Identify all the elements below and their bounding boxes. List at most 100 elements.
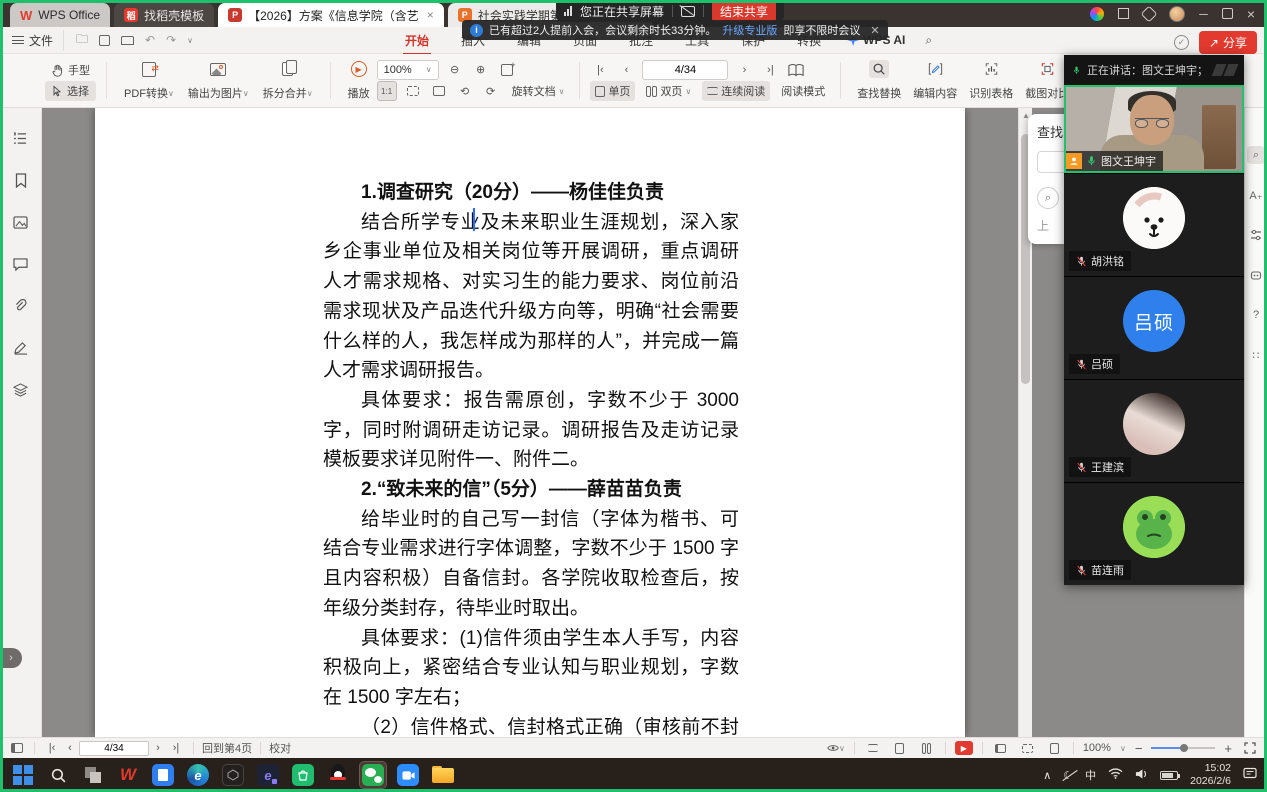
volume-icon[interactable] <box>1135 768 1148 783</box>
upgrade-link[interactable]: 升级专业版 <box>722 22 777 38</box>
comment-icon[interactable] <box>13 256 29 272</box>
check-circle-icon[interactable]: ✓ <box>1174 35 1189 50</box>
fit-width-icon[interactable] <box>403 81 423 101</box>
last-page-icon[interactable]: ›| <box>760 60 780 80</box>
image-icon[interactable] <box>13 214 29 230</box>
battery-icon[interactable] <box>1160 771 1178 780</box>
read-mode-button[interactable]: 阅读模式 <box>776 81 830 101</box>
maximize-button[interactable] <box>1222 8 1233 19</box>
task-view-button[interactable] <box>80 762 106 788</box>
fullscreen-icon[interactable] <box>1241 740 1259 756</box>
night-mode-icon[interactable]: ☾ <box>1063 769 1073 782</box>
double-page-view-icon[interactable] <box>918 740 936 756</box>
first-page-icon[interactable]: |‹ <box>43 740 61 756</box>
read-mode-icon[interactable] <box>786 60 806 80</box>
taskbar-game-icon[interactable] <box>220 762 246 788</box>
continuous-view-icon[interactable] <box>864 740 882 756</box>
zoom-chevron-icon[interactable]: ∨ <box>1120 744 1126 753</box>
ime-indicator[interactable]: 中 <box>1085 767 1096 783</box>
monitor-off-icon[interactable] <box>681 6 695 17</box>
back-to-page-button[interactable]: 回到第4页 <box>202 740 252 756</box>
pdf-page[interactable]: 1.调查研究（20分）——杨佳佳负责 结合所学专业及未来职业生涯规划，深入家乡企… <box>95 108 965 737</box>
zoom-in-icon[interactable]: ⊕ <box>471 60 491 80</box>
play-button[interactable]: ▶ 播放 <box>341 58 377 103</box>
last-page-icon[interactable]: ›| <box>167 740 185 756</box>
translate-tool-icon[interactable]: A₊ <box>1247 186 1265 204</box>
find-input[interactable] <box>1037 151 1064 173</box>
view-options-icon[interactable]: ∨ <box>827 740 845 756</box>
taskbar-meeting-icon[interactable] <box>395 762 421 788</box>
page-indicator-input[interactable] <box>642 60 728 80</box>
file-menu[interactable]: 文件 <box>0 32 63 49</box>
page-indicator-value[interactable] <box>643 61 727 79</box>
close-tab-icon[interactable]: × <box>427 8 434 22</box>
participant-tile[interactable]: 王建滨 <box>1064 379 1244 482</box>
taskbar-store-icon[interactable] <box>290 762 316 788</box>
zoom-out-button[interactable]: − <box>1135 741 1143 756</box>
taskbar-docs-icon[interactable] <box>150 762 176 788</box>
settings-sliders-icon[interactable] <box>1247 226 1265 244</box>
export-image-button[interactable]: 输出为图片∨ <box>181 58 256 103</box>
print-icon[interactable] <box>121 36 134 45</box>
zoom-slider[interactable] <box>1151 747 1215 749</box>
help-icon[interactable]: ? <box>1247 306 1265 324</box>
close-notification-icon[interactable]: ✕ <box>870 24 879 37</box>
wifi-icon[interactable] <box>1108 768 1123 782</box>
rotate-left-icon[interactable]: ⟲ <box>455 81 475 101</box>
first-page-icon[interactable]: |‹ <box>590 60 610 80</box>
close-button[interactable]: × <box>1247 6 1255 22</box>
rotate-right-icon[interactable]: ⟳ <box>481 81 501 101</box>
menu-home[interactable]: 开始 <box>401 30 433 51</box>
single-page-view-icon[interactable] <box>891 740 909 756</box>
page-indicator-input[interactable] <box>79 741 149 756</box>
hidden-icons-chevron[interactable]: ∧ <box>1043 769 1051 782</box>
zoom-out-icon[interactable]: ⊖ <box>445 60 465 80</box>
continuous-read-button[interactable]: 连续阅读 <box>702 81 770 101</box>
participant-tile[interactable]: 吕硕 吕硕 <box>1064 276 1244 379</box>
select-tool-button[interactable]: 选择 <box>45 81 96 101</box>
edit-content-button[interactable]: 编辑内容 <box>907 58 963 103</box>
taskbar-search-button[interactable] <box>45 762 71 788</box>
taskbar-edge-icon[interactable]: e <box>185 762 211 788</box>
find-replace-button[interactable]: 查找替换 <box>851 58 907 103</box>
minimize-button[interactable]: ─ <box>1199 7 1208 21</box>
zoom-select[interactable]: 100%∨ <box>377 60 439 80</box>
proofread-button[interactable]: 校对 <box>269 740 291 756</box>
split-merge-button[interactable]: 拆分合并∨ <box>256 58 320 103</box>
zoom-in-button[interactable]: + <box>1224 741 1232 756</box>
taskbar-wechat-icon[interactable] <box>360 762 386 788</box>
tab-wps-office[interactable]: W WPS Office <box>10 3 110 27</box>
fit-window-icon[interactable] <box>992 740 1010 756</box>
actual-size-button[interactable]: 1:1 <box>377 81 397 101</box>
layout-icon[interactable] <box>1118 8 1129 19</box>
notification-center-icon[interactable] <box>1243 767 1257 783</box>
participant-tile[interactable]: 苗连雨 <box>1064 482 1244 585</box>
panel-toggle-icon[interactable] <box>8 740 26 756</box>
save-icon[interactable] <box>99 35 110 46</box>
pdf-convert-button[interactable]: ⇄ PDF转换∨ <box>117 58 181 103</box>
participant-tile[interactable]: 胡洪铭 <box>1064 173 1244 276</box>
tab-pdf-document[interactable]: P 【2026】方案《信息学院（含艺 × <box>218 3 444 27</box>
stop-share-button[interactable]: 结束共享 <box>712 1 776 22</box>
theme-icon[interactable] <box>1090 7 1104 21</box>
double-page-button[interactable]: 双页∨ <box>641 81 696 101</box>
zoom-value[interactable]: 100% <box>1083 742 1111 754</box>
taskbar-clock[interactable]: 15:022026/2/6 <box>1190 762 1231 788</box>
taskbar-explorer-icon[interactable] <box>430 762 456 788</box>
single-page-button[interactable]: 单页 <box>590 81 635 101</box>
share-button[interactable]: ↗分享 <box>1199 31 1257 54</box>
hand-tool-button[interactable]: 手型 <box>45 60 96 80</box>
prev-page-icon[interactable]: ‹ <box>616 60 636 80</box>
fit-page-icon[interactable] <box>1046 740 1064 756</box>
rotate-doc-button[interactable]: 旋转文档∨ <box>507 81 570 101</box>
outline-icon[interactable] <box>13 130 29 146</box>
redo-icon[interactable]: ↷ <box>166 33 176 47</box>
account-avatar[interactable] <box>1169 6 1185 22</box>
taskbar-mail-icon[interactable]: e <box>255 762 281 788</box>
play-slideshow-button[interactable]: ▶ <box>955 741 973 755</box>
page-indicator-value[interactable] <box>80 742 148 755</box>
search-tool-icon[interactable]: ⌕ <box>1247 146 1265 164</box>
zoom-slider-knob[interactable] <box>1180 744 1188 752</box>
main-video-tile[interactable]: 图文王坤宇 <box>1064 85 1244 173</box>
attachment-icon[interactable] <box>13 298 29 314</box>
